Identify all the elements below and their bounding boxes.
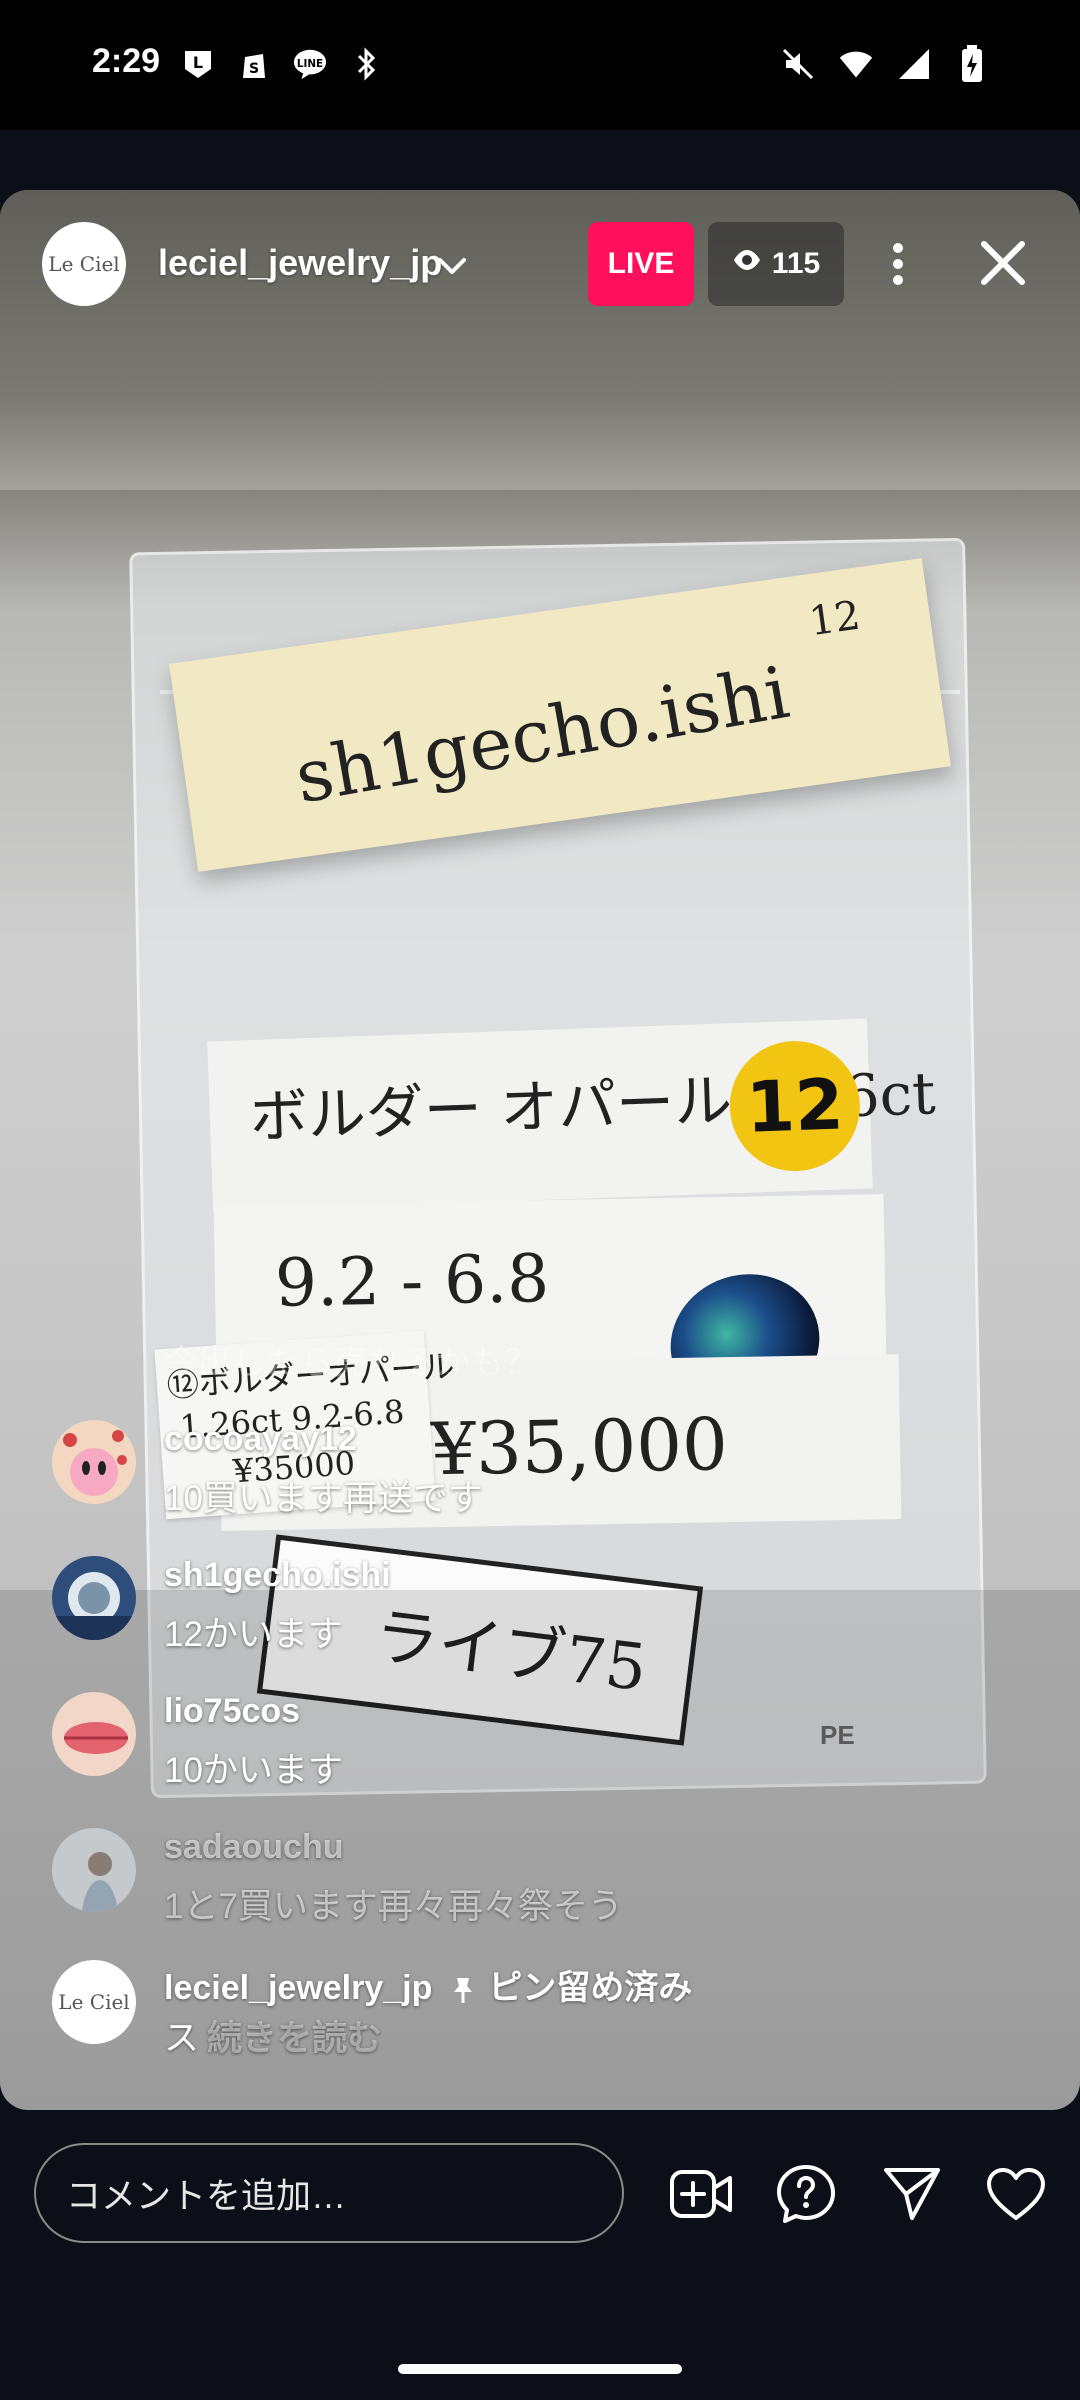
comment-avatar[interactable]	[52, 1420, 136, 1504]
viewer-count-badge[interactable]: 115	[708, 222, 844, 306]
note-number: 12	[806, 592, 864, 646]
comment-username[interactable]: sh1gecho.ishi	[164, 1556, 391, 1595]
shopify-icon: S	[236, 46, 272, 82]
pinned-comment-header: leciel_jewelry_jp ピン留め済み	[164, 1960, 692, 2009]
heart-icon[interactable]	[980, 2158, 1052, 2230]
comment-avatar[interactable]	[52, 1692, 136, 1776]
comment-item: sh1gecho.ishi 12かいます	[52, 1556, 952, 1666]
share-icon[interactable]	[876, 2158, 948, 2230]
pin-icon	[448, 1975, 478, 2005]
product-card-name: ボルダー オパール 1.26ct 12	[207, 1018, 936, 1212]
chevron-down-icon[interactable]	[434, 248, 470, 284]
close-button[interactable]	[968, 228, 1038, 298]
home-indicator[interactable]	[398, 2364, 682, 2374]
pinned-comment-username[interactable]: leciel_jewelry_jp	[164, 1969, 432, 2007]
comment-text: 12かいます	[164, 1615, 343, 1654]
host-avatar[interactable]: Le Ciel	[42, 222, 126, 306]
comment-item: cocoayay12 10買います再送です	[52, 1420, 952, 1530]
comment-item: sadaouchu 1と7買います再々再々祭そう	[52, 1828, 952, 1938]
more-options-button[interactable]	[872, 232, 924, 296]
host-username[interactable]: leciel_jewelry_jp	[158, 242, 442, 284]
battery-charging-icon	[954, 45, 990, 82]
comment-text: 10買います再送です	[164, 1479, 483, 1518]
add-video-icon[interactable]	[666, 2158, 738, 2230]
viewer-count: 115	[771, 247, 821, 280]
pinned-comment[interactable]: Le Ciel leciel_jewelry_jp ピン留め済み ス続きを読む	[52, 1960, 952, 2070]
faded-comment-text: 今出したら売れるかも？	[164, 1344, 538, 1382]
top-spacer	[0, 130, 1080, 190]
question-icon[interactable]	[770, 2158, 842, 2230]
comment-username[interactable]: sadaouchu	[164, 1828, 343, 1867]
pinned-comment-text: ス	[164, 2019, 200, 2058]
pinned-comment-avatar[interactable]: Le Ciel	[52, 1960, 136, 2044]
live-badge: LIVE	[588, 222, 694, 306]
l-app-icon: L	[180, 46, 216, 82]
comment-text: 10かいます	[164, 1751, 343, 1790]
pinned-comment-body: ス続きを読む	[164, 2010, 382, 2061]
comment-username[interactable]: lio75cos	[164, 1692, 300, 1731]
svg-text:L: L	[193, 53, 203, 72]
wifi-icon	[838, 46, 874, 82]
live-video[interactable]: sh1gecho.ishi 12 ボルダー オパール 1.26ct 12 9.2…	[0, 190, 1080, 2110]
line-icon: LINE	[292, 46, 328, 82]
signal-icon	[896, 46, 932, 82]
svg-text:LINE: LINE	[297, 58, 323, 70]
read-more-link[interactable]: 続きを読む	[207, 2019, 382, 2058]
status-time: 2:29	[92, 42, 161, 80]
comment-text: 1と7買います再々再々祭そう	[164, 1887, 623, 1926]
product-size-text: 9.2 - 6.8	[274, 1240, 550, 1322]
comment-avatar[interactable]	[52, 1828, 136, 1912]
note-buyer-name: sh1gecho.ishi	[289, 650, 795, 820]
close-icon	[981, 241, 1025, 285]
mute-icon	[780, 46, 816, 82]
comment-avatar[interactable]	[52, 1556, 136, 1640]
comment-username[interactable]: cocoayay12	[164, 1420, 357, 1459]
status-bar: 2:29 L S LINE	[0, 0, 1080, 130]
svg-text:S: S	[249, 61, 259, 77]
comment-item: lio75cos 10かいます	[52, 1692, 952, 1802]
comment-input[interactable]: コメントを追加…	[34, 2143, 624, 2243]
pinned-label: ピン留め済み	[488, 1969, 693, 2007]
bluetooth-icon	[348, 46, 384, 82]
eye-icon	[732, 245, 762, 283]
